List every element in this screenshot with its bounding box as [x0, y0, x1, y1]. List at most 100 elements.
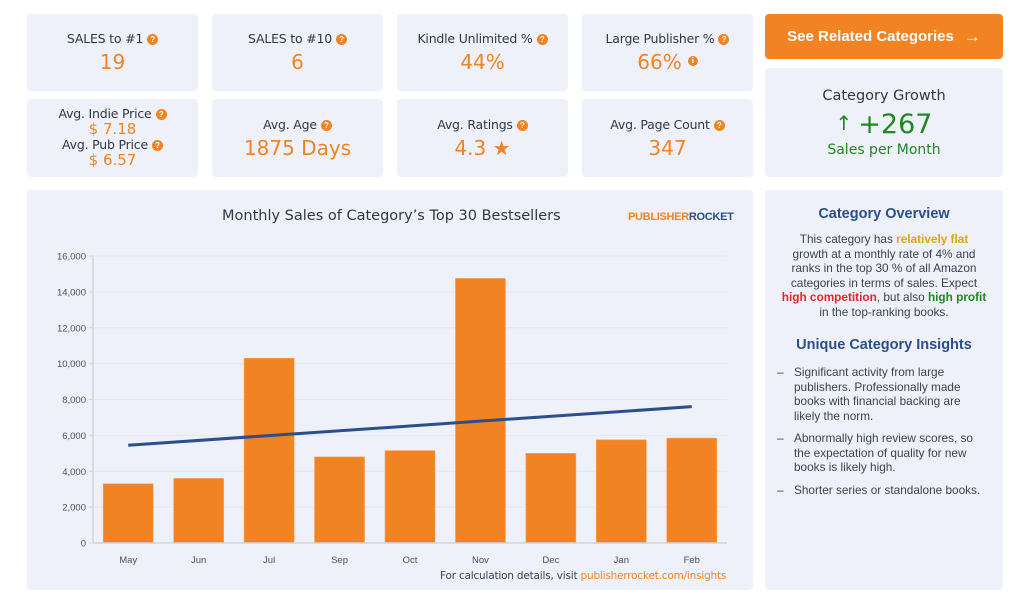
- bullet: –: [777, 482, 784, 497]
- bullet: –: [777, 431, 784, 445]
- growth-value: ↑ +267: [836, 108, 933, 140]
- y-tick-label: 16,000: [57, 252, 86, 263]
- stat-card-sales-to-1: SALES to #1? 19: [27, 14, 198, 91]
- y-tick-label: 10,000: [57, 359, 86, 370]
- growth-subtitle: Sales per Month: [827, 141, 941, 158]
- bar: [102, 483, 154, 544]
- stat-card-avg-ratings: Avg. Ratings? 4.3 ★: [397, 99, 568, 177]
- label-text: SALES to #10: [248, 31, 332, 46]
- stat-label: Avg. Age?: [263, 117, 332, 132]
- insights-list: – Significant activity from large publish…: [765, 365, 1003, 497]
- bar: [384, 450, 436, 544]
- x-tick-label: Sep: [331, 555, 348, 566]
- y-tick-label: 6,000: [62, 431, 86, 442]
- bar: [314, 456, 365, 544]
- label-text: Avg. Ratings: [437, 116, 513, 132]
- stat-card-sales-to-10: SALES to #10? 6: [212, 14, 383, 91]
- label-text: SALES to #1: [66, 31, 144, 46]
- y-axis-ticks: 0 2,000 4,000 6,000 8,000 10,000 12,000 14,000 1…: [57, 252, 93, 550]
- logo-part-1: PUBLISHER: [628, 211, 689, 223]
- question-circle-icon[interactable]: ?: [336, 34, 347, 45]
- insights-link[interactable]: publisherrocket.com/insights: [581, 570, 727, 582]
- stat-card-large-publisher: Large Publisher %? 66% i: [582, 14, 753, 91]
- trend-line: [128, 405, 692, 447]
- value-text: 66%: [637, 50, 682, 74]
- x-tick-label: Feb: [684, 555, 700, 566]
- text: This category has: [799, 232, 897, 246]
- stat-label: Avg. Pub Price?: [62, 138, 163, 152]
- y-tick-label: 4,000: [62, 467, 86, 478]
- x-tick-label: Jun: [191, 555, 206, 566]
- label-text: Kindle Unlimited %: [417, 31, 533, 46]
- label-text: Large Publisher %: [605, 31, 715, 46]
- y-tick-label: 2,000: [62, 503, 86, 514]
- bullet: –: [777, 365, 784, 379]
- stat-card-avg-price: Avg. Indie Price? $ 7.18 Avg. Pub Price?…: [27, 99, 198, 177]
- stat-value: 6: [291, 50, 304, 74]
- stat-label: Avg. Indie Price?: [58, 106, 167, 121]
- insight-text: Significant activity from large publishe…: [794, 365, 961, 423]
- question-circle-icon[interactable]: ?: [516, 119, 528, 131]
- insight-text: Shorter series or standalone books.: [794, 482, 981, 497]
- note-text: For calculation details, visit: [440, 570, 581, 582]
- stat-card-avg-page-count: Avg. Page Count? 347: [582, 99, 753, 177]
- button-label: See Related Categories: [787, 28, 954, 45]
- stat-label: Avg. Ratings?: [437, 117, 528, 132]
- question-circle-icon[interactable]: ?: [718, 34, 730, 45]
- see-related-categories-button[interactable]: See Related Categories →: [765, 14, 1003, 59]
- bar: [666, 437, 718, 544]
- stat-card-kindle-unlimited: Kindle Unlimited %? 44%: [397, 14, 568, 91]
- stat-value: 66% i: [637, 50, 698, 74]
- insight-item: – Abnormally high review scores, so the e…: [777, 431, 989, 475]
- stat-value: 4.3 ★: [454, 135, 511, 160]
- label-text: Avg. Age: [263, 116, 317, 132]
- label-text: Avg. Page Count: [610, 116, 710, 132]
- x-tick-label: Oct: [403, 555, 418, 566]
- insight-item: – Significant activity from large publish…: [777, 365, 989, 423]
- text: in the top-ranking books.: [819, 304, 949, 319]
- growth-highlight: relatively flat: [896, 232, 969, 246]
- y-tick-label: 14,000: [57, 287, 86, 298]
- info-circle-icon[interactable]: i: [687, 56, 698, 66]
- x-tick-label: Nov: [472, 555, 489, 566]
- stat-value: 347: [648, 135, 687, 160]
- text: , but also: [876, 290, 928, 304]
- label-text: Avg. Pub Price: [62, 137, 148, 152]
- question-circle-icon[interactable]: ?: [151, 140, 163, 151]
- competition-highlight: high competition: [781, 290, 877, 304]
- bar: [455, 278, 506, 544]
- x-tick-label: May: [119, 555, 137, 566]
- bar: [243, 357, 295, 544]
- y-tick-label: 0: [81, 539, 86, 550]
- category-growth-card: Category Growth ↑ +267 Sales per Month: [765, 68, 1003, 177]
- calculation-note: For calculation details, visit publisher…: [440, 570, 726, 582]
- sales-bar-chart: 0 2,000 4,000 6,000 8,000 10,000 12,000 14,000 1…: [57, 252, 727, 566]
- stat-value: 1875 Days: [243, 135, 352, 160]
- bar: [173, 478, 224, 544]
- bar: [596, 439, 647, 544]
- insight-item: – Shorter series or standalone books.: [777, 483, 989, 498]
- category-overview-text: This category has relatively flat growth…: [765, 232, 1003, 319]
- arrow-up-icon: ↑: [835, 110, 853, 135]
- chart-title: Monthly Sales of Category’s Top 30 Bests…: [222, 208, 561, 224]
- y-tick-label: 12,000: [57, 323, 86, 334]
- question-circle-icon[interactable]: ?: [713, 119, 725, 131]
- arrow-right-icon: →: [963, 26, 981, 46]
- question-circle-icon[interactable]: ?: [147, 34, 159, 45]
- x-tick-label: Jul: [263, 555, 275, 566]
- stat-label: Kindle Unlimited %?: [417, 31, 548, 46]
- question-circle-icon[interactable]: ?: [536, 34, 548, 45]
- bar: [525, 453, 577, 544]
- x-tick-label: Dec: [542, 555, 559, 566]
- growth-title: Category Growth: [822, 87, 946, 104]
- stat-card-avg-age: Avg. Age? 1875 Days: [212, 99, 383, 177]
- publisher-rocket-logo: PUBLISHERROCKET: [628, 211, 734, 223]
- stat-value: 44%: [460, 50, 505, 74]
- stat-label: Avg. Page Count?: [610, 116, 725, 132]
- text: growth at a monthly rate of 4% and ranks…: [790, 246, 978, 290]
- question-circle-icon[interactable]: ?: [320, 119, 332, 131]
- label-text: Avg. Indie Price: [58, 106, 152, 121]
- unique-insights-title: Unique Category Insights: [796, 337, 972, 353]
- question-circle-icon[interactable]: ?: [155, 109, 167, 120]
- overview-panel: Category Overview This category has rela…: [765, 190, 1003, 590]
